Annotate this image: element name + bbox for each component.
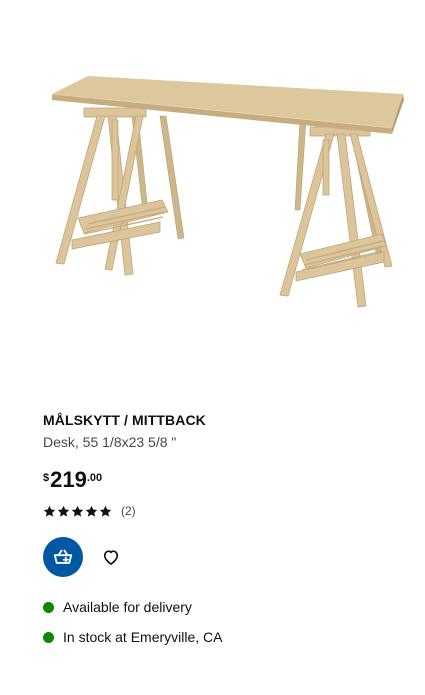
star-icon bbox=[71, 505, 84, 517]
rating-stars bbox=[43, 505, 112, 518]
price-currency: $ bbox=[43, 472, 50, 484]
status-dot bbox=[43, 631, 54, 643]
product-rating[interactable]: (2) bbox=[43, 503, 413, 519]
favorite-button[interactable] bbox=[91, 537, 131, 577]
availability-store-text: In stock at Emeryville, CA bbox=[63, 629, 223, 645]
product-name[interactable]: MÅLSKYTT / MITTBACK bbox=[43, 411, 413, 429]
add-to-cart-button[interactable] bbox=[43, 537, 83, 577]
star-icon bbox=[57, 505, 70, 517]
heart-icon bbox=[103, 550, 119, 565]
availability-delivery-text: Available for delivery bbox=[63, 599, 192, 615]
add-to-cart-icon bbox=[53, 549, 73, 564]
star-icon bbox=[85, 505, 98, 517]
status-dot bbox=[43, 601, 54, 613]
product-info: MÅLSKYTT / MITTBACK Desk, 55 1/8x23 5/8 … bbox=[43, 411, 413, 652]
product-actions bbox=[43, 536, 413, 578]
star-icon bbox=[43, 505, 56, 517]
star-icon bbox=[99, 505, 112, 517]
price-integer: 219 bbox=[50, 467, 87, 492]
product-description: Desk, 55 1/8x23 5/8 " bbox=[43, 434, 177, 450]
availability-store[interactable]: In stock at Emeryville, CA bbox=[43, 622, 413, 652]
rating-count: (2) bbox=[121, 504, 136, 518]
product-price: $ 219 .00 bbox=[43, 469, 413, 495]
price-decimal: .00 bbox=[86, 472, 103, 484]
product-image[interactable] bbox=[0, 0, 425, 385]
desk-image bbox=[51, 76, 404, 308]
availability-delivery: Available for delivery bbox=[43, 592, 413, 622]
availability-list: Available for delivery In stock at Emery… bbox=[43, 592, 413, 652]
